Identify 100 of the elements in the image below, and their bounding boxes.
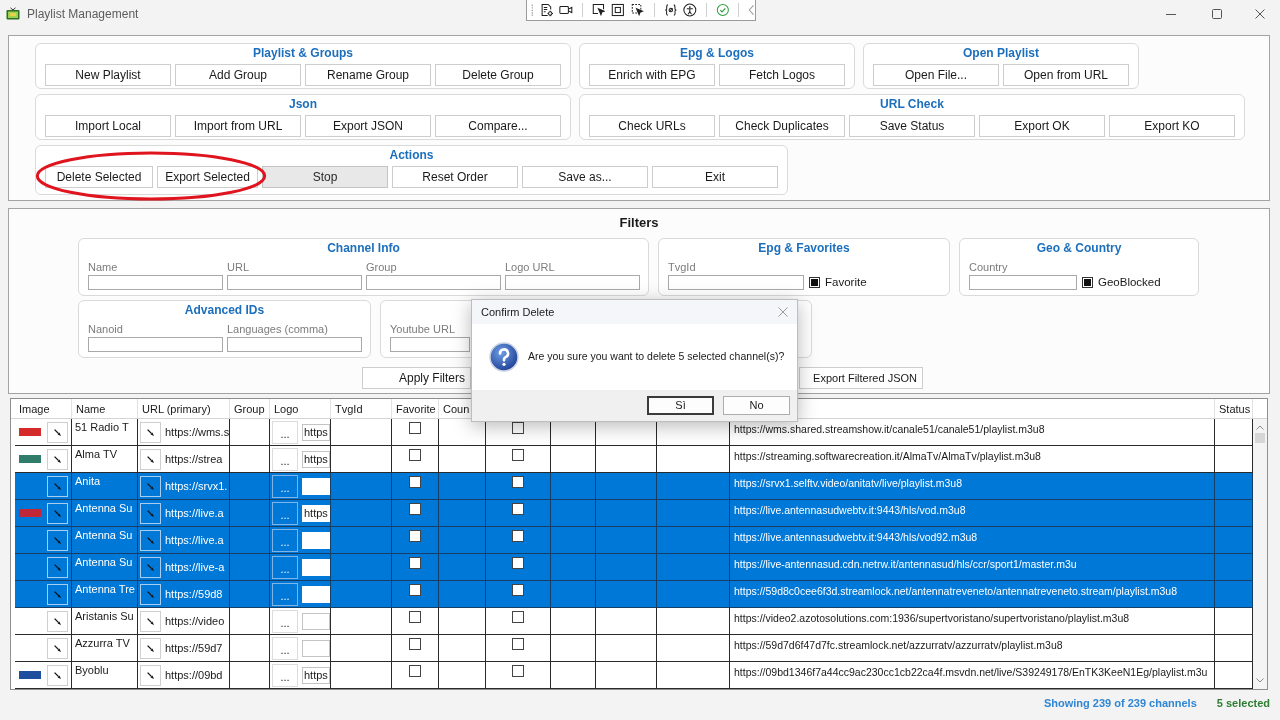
- checkbox[interactable]: [512, 638, 524, 650]
- checkbox[interactable]: [409, 503, 421, 515]
- checkbox[interactable]: [409, 530, 421, 542]
- checkbox[interactable]: [409, 422, 421, 434]
- grip-icon[interactable]: [531, 3, 534, 17]
- input-field[interactable]: [366, 275, 501, 290]
- edit-button[interactable]: [47, 583, 68, 605]
- toolbar-button[interactable]: Check URLs: [589, 115, 715, 137]
- table-row[interactable]: Aristanis Su https://video ... https://video2.azotosolutions.com:1936/supertvoristano/supertvoristano/playlist.m3u8: [15, 608, 1253, 635]
- column-header[interactable]: Image: [19, 401, 50, 416]
- dashed-pointer-square-icon[interactable]: [631, 2, 645, 18]
- checkbox[interactable]: [409, 449, 421, 461]
- input-field[interactable]: https: [302, 504, 330, 522]
- input-field[interactable]: https: [302, 666, 330, 684]
- browse-button[interactable]: ...: [272, 501, 298, 525]
- checkbox[interactable]: [409, 665, 421, 677]
- checkbox[interactable]: [1082, 277, 1093, 288]
- toolbar-button[interactable]: Fetch Logos: [719, 64, 845, 86]
- filter-button[interactable]: Apply Filters: [362, 367, 471, 389]
- input-field[interactable]: https: [302, 423, 330, 441]
- column-header[interactable]: Status: [1219, 401, 1251, 416]
- edit-button[interactable]: [47, 529, 68, 551]
- filter-button[interactable]: Export Filtered JSON: [799, 367, 923, 389]
- column-header[interactable]: Group: [234, 401, 265, 416]
- edit-button[interactable]: [47, 502, 68, 524]
- checkbox[interactable]: [409, 584, 421, 596]
- toolbar-button[interactable]: Export OK: [979, 115, 1105, 137]
- checkbox[interactable]: [512, 665, 524, 677]
- nested-square-icon[interactable]: [611, 2, 626, 18]
- column-header[interactable]: Favorite: [396, 401, 436, 416]
- edit-button[interactable]: [47, 475, 68, 497]
- table-row[interactable]: Antenna Su https://live.a ... https https://live.antennasudwebtv.it:9443/hls/vod.m3u8: [15, 500, 1253, 527]
- checkbox[interactable]: [409, 557, 421, 569]
- checkbox[interactable]: [512, 557, 524, 569]
- pointer-square-icon[interactable]: [591, 2, 606, 18]
- table-row[interactable]: Byoblu https://09bd ... https https://09bd1346f7a44cc9ac230cc1cb22ca4f.msvdn.net/live/S39249178/EnTK3KeeN1Eg/playlist.m3u: [15, 662, 1253, 689]
- dialog-button[interactable]: No: [723, 396, 790, 415]
- edit-button[interactable]: [140, 502, 161, 524]
- edit-button[interactable]: [140, 475, 161, 497]
- chevron-left-icon[interactable]: [748, 3, 756, 17]
- toolbar-button[interactable]: Reset Order: [392, 166, 518, 188]
- toolbar-button[interactable]: Open File...: [873, 64, 999, 86]
- toolbar-button[interactable]: Import from URL: [175, 115, 301, 137]
- toolbar-button[interactable]: Delete Group: [435, 64, 561, 86]
- document-gear-icon[interactable]: [539, 2, 554, 18]
- checkbox[interactable]: [512, 530, 524, 542]
- edit-button[interactable]: [140, 583, 161, 605]
- input-field[interactable]: [227, 337, 362, 352]
- toolbar-button[interactable]: New Playlist: [45, 64, 171, 86]
- input-field[interactable]: [88, 275, 223, 290]
- input-field[interactable]: [227, 275, 362, 290]
- scroll-up-icon[interactable]: [1256, 425, 1264, 430]
- toolbar-button[interactable]: Check Duplicates: [719, 115, 845, 137]
- toolbar-button[interactable]: Export JSON: [305, 115, 431, 137]
- checkbox[interactable]: [512, 449, 524, 461]
- browse-button[interactable]: ...: [272, 555, 298, 579]
- browse-button[interactable]: ...: [272, 420, 298, 444]
- checkbox[interactable]: [512, 584, 524, 596]
- table-row[interactable]: Anita https://srvx1. ... https://srvx1.selftv.video/anitatv/live/playlist.m3u8: [15, 473, 1253, 500]
- dialog-button[interactable]: Sì: [647, 396, 714, 415]
- edit-button[interactable]: [47, 556, 68, 578]
- browse-button[interactable]: ...: [272, 528, 298, 552]
- checkbox[interactable]: [512, 422, 524, 434]
- input-field[interactable]: [505, 275, 640, 290]
- column-header[interactable]: URL (primary): [142, 401, 211, 416]
- checkbox[interactable]: [512, 476, 524, 488]
- table-row[interactable]: Antenna Su https://live.a ... https://live.antennasudwebtv.it:9443/hls/vod92.m3u8: [15, 527, 1253, 554]
- checkbox[interactable]: [409, 638, 421, 650]
- table-row[interactable]: 51 Radio T https://wms.s ... https https://wms.shared.streamshow.it/canale51/canale51/playlist.m3u8: [15, 419, 1253, 446]
- checkbox[interactable]: [512, 611, 524, 623]
- toolbar-button[interactable]: Save Status: [849, 115, 975, 137]
- column-header[interactable]: TvgId: [335, 401, 363, 416]
- checkbox[interactable]: [809, 277, 820, 288]
- checkbox[interactable]: [409, 476, 421, 488]
- table-row[interactable]: Antenna Su https://live-a ... https://live-antennasud.cdn.netrw.it/antennasud/hls/ccr/sport1/master.m3u: [15, 554, 1253, 581]
- checkbox[interactable]: [512, 503, 524, 515]
- braces-icon[interactable]: [663, 2, 678, 18]
- browse-button[interactable]: ...: [272, 474, 298, 498]
- input-field[interactable]: [668, 275, 804, 290]
- checkbox[interactable]: [409, 611, 421, 623]
- accessibility-icon[interactable]: [683, 2, 697, 18]
- browse-button[interactable]: ...: [272, 582, 298, 606]
- toolbar-button[interactable]: Delete Selected: [45, 166, 153, 188]
- toolbar-button[interactable]: Enrich with EPG: [589, 64, 715, 86]
- browse-button[interactable]: ...: [272, 447, 298, 471]
- edit-button[interactable]: [140, 529, 161, 551]
- scrollbar-thumb[interactable]: [1255, 433, 1265, 443]
- toolbar-button[interactable]: Open from URL: [1003, 64, 1129, 86]
- table-row[interactable]: Azzurra TV https://59d7 ... https://59d7d6f47d7fc.streamlock.net/azzurratv/azzurratv/playlist.m3u8: [15, 635, 1253, 662]
- column-header[interactable]: Coun: [443, 401, 470, 416]
- toolbar-button[interactable]: Save as...: [522, 166, 648, 188]
- close-button[interactable]: [777, 306, 789, 318]
- table-row[interactable]: Antenna Tre https://59d8 ... https://59d8c0cee6f3d.streamlock.net/antennatreveneto/antennatreveneto.stream/playlist.m3u8: [15, 581, 1253, 608]
- input-field[interactable]: [302, 612, 330, 630]
- input-field[interactable]: [969, 275, 1077, 290]
- check-circle-icon[interactable]: [715, 2, 730, 18]
- browse-button[interactable]: ...: [272, 609, 298, 633]
- column-header[interactable]: Name: [76, 401, 106, 416]
- scroll-down-icon[interactable]: [1256, 678, 1264, 683]
- toolbar-button[interactable]: Export Selected: [157, 166, 258, 188]
